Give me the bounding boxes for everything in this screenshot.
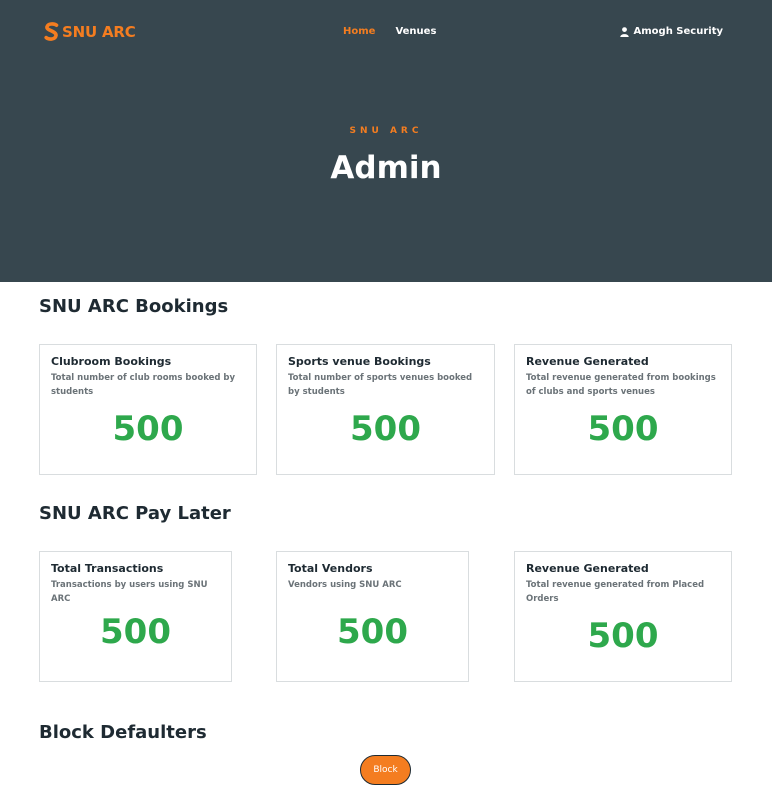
block-button[interactable]: Block	[360, 755, 411, 785]
card-value: 500	[587, 409, 659, 449]
card-title: Revenue Generated	[526, 355, 649, 368]
brand-logo[interactable]: SNU ARC	[44, 22, 136, 41]
bookings-section-title: SNU ARC Bookings	[39, 296, 229, 317]
defaulters-section-title: Block Defaulters	[39, 722, 207, 743]
card-value: 500	[100, 612, 171, 652]
card-value: 500	[587, 616, 659, 656]
booking-revenue-card: Revenue Generated Total revenue generate…	[514, 344, 732, 475]
nav-home[interactable]: Home	[343, 26, 375, 37]
brand-name: SNU ARC	[62, 22, 136, 41]
card-title: Clubroom Bookings	[51, 355, 172, 368]
hero-header: SNU ARC Home Venues Amogh Security SNU A…	[0, 0, 772, 282]
page-title: Admin	[330, 150, 442, 186]
card-value: 500	[350, 409, 421, 449]
user-menu[interactable]: Amogh Security	[619, 26, 723, 37]
card-title: Total Vendors	[288, 562, 373, 575]
card-description: Transactions by users using SNU ARC	[51, 580, 208, 604]
user-name: Amogh Security	[633, 26, 723, 37]
sports-venue-bookings-card: Sports venue Bookings Total number of sp…	[276, 344, 495, 475]
nav-venues[interactable]: Venues	[395, 26, 436, 37]
card-title: Total Transactions	[51, 562, 164, 575]
card-description: Total number of club rooms booked by stu…	[51, 373, 236, 397]
card-value: 500	[337, 612, 408, 652]
card-description: Total number of sports venues booked by …	[288, 373, 473, 397]
card-title: Sports venue Bookings	[288, 355, 431, 368]
logo-icon	[44, 22, 59, 41]
main-nav: Home Venues	[343, 26, 436, 37]
hero-kicker: SNU ARC	[349, 126, 423, 136]
card-description: Vendors using SNU ARC	[288, 580, 402, 590]
clubroom-bookings-card: Clubroom Bookings Total number of club r…	[39, 344, 257, 475]
card-title: Revenue Generated	[526, 562, 649, 575]
user-icon	[619, 26, 629, 37]
paylater-section-title: SNU ARC Pay Later	[39, 503, 231, 524]
card-value: 500	[112, 409, 184, 449]
total-vendors-card: Total Vendors Vendors using SNU ARC 500	[276, 551, 469, 682]
orders-revenue-card: Revenue Generated Total revenue generate…	[514, 551, 732, 682]
total-transactions-card: Total Transactions Transactions by users…	[39, 551, 232, 682]
card-description: Total revenue generated from Placed Orde…	[526, 580, 705, 604]
card-description: Total revenue generated from bookings of…	[526, 373, 716, 397]
